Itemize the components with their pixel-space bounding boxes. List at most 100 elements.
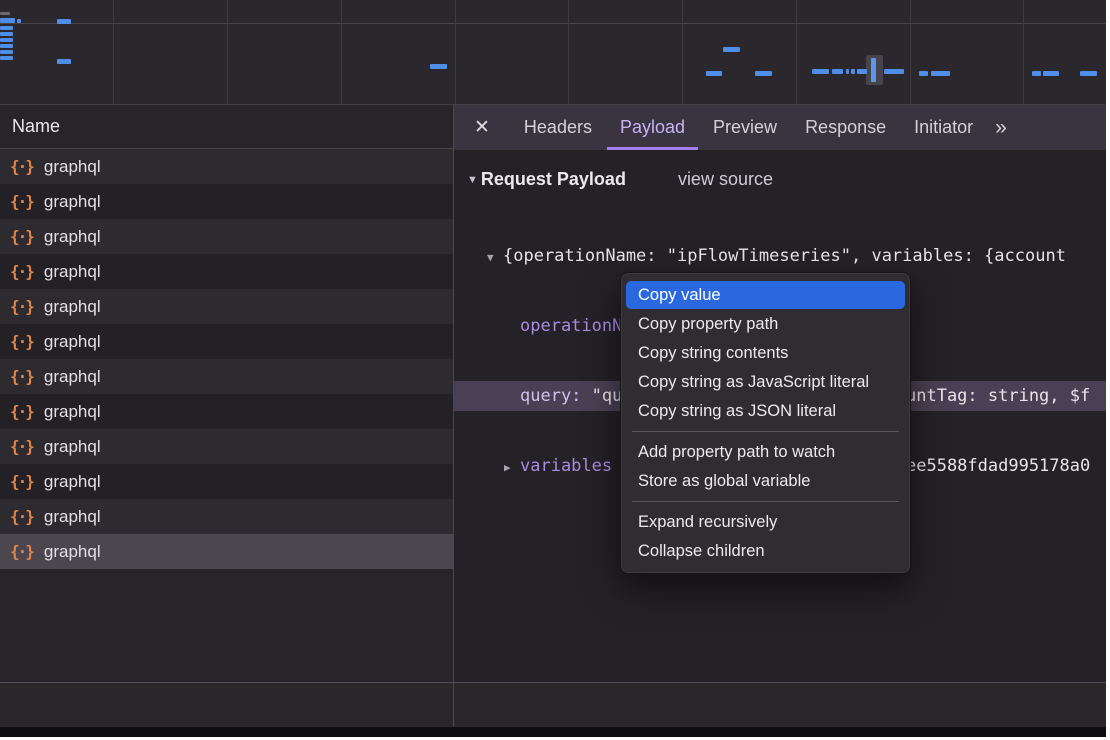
timeline-request-bar: [706, 71, 722, 76]
timeline-request-bar: [919, 71, 928, 76]
payload-root-row[interactable]: ▼{operationName: "ipFlowTimeseries", var…: [454, 241, 1106, 271]
overview-gridline: [113, 0, 114, 104]
timeline-request-bar: [0, 38, 13, 42]
timeline-request-bar: [931, 71, 950, 76]
table-row[interactable]: {·} graphql: [0, 324, 453, 359]
collapsed-triangle-icon[interactable]: ▶: [504, 453, 520, 481]
tab-headers[interactable]: Headers: [511, 105, 605, 150]
table-row-selected[interactable]: {·}graphql: [0, 534, 453, 569]
table-row[interactable]: {·} graphql: [0, 464, 453, 499]
json-braces-icon: {·}: [10, 402, 33, 421]
panel-divider[interactable]: [453, 105, 454, 727]
property-preview-fragment-right: ee5588fdad995178a0: [906, 451, 1090, 481]
overview-gridline: [1023, 0, 1024, 104]
close-icon[interactable]: ✕: [470, 116, 494, 139]
request-payload-section-header[interactable]: ▼Request Payload view source: [467, 169, 1106, 190]
json-braces-icon: {·}: [10, 297, 33, 316]
property-key: variables: [520, 456, 612, 476]
timeline-request-bar: [812, 69, 829, 74]
request-name: graphql: [44, 507, 101, 527]
property-value-fragment: "qu: [592, 386, 623, 406]
menu-item-copy-string-json-literal[interactable]: Copy string as JSON literal: [626, 397, 905, 425]
context-menu: Copy value Copy property path Copy strin…: [620, 272, 911, 574]
request-name: graphql: [44, 402, 101, 422]
request-name: graphql: [44, 472, 101, 492]
overview-horizontal-gridline: [0, 23, 1106, 24]
timeline-request-bar: [857, 69, 867, 74]
property-value-fragment-right: untTag: string, $f: [906, 381, 1090, 411]
devtools-window: Name {·} graphql {·} graphql {·} graphql {·…: [0, 0, 1106, 737]
root-preview-text: {operationName: "ipFlowTimeseries", vari…: [503, 246, 1066, 266]
table-row[interactable]: {·}graphql: [0, 429, 453, 464]
menu-item-add-property-path-to-watch[interactable]: Add property path to watch: [626, 438, 905, 466]
table-row[interactable]: {·} graphql: [0, 499, 453, 534]
menu-separator: [632, 501, 899, 502]
detail-tab-bar: ✕ Headers Payload Preview Response Initi…: [454, 105, 1106, 150]
timeline-request-bar: [0, 56, 13, 60]
timeline-request-bar: [832, 69, 843, 74]
request-name: graphql: [44, 227, 101, 247]
table-row[interactable]: {·} graphql: [0, 254, 453, 289]
overview-gridline: [455, 0, 456, 104]
timeline-gray-bar: [0, 12, 10, 15]
window-bottom-bar: [0, 727, 1106, 737]
collapse-triangle-icon[interactable]: ▼: [467, 174, 478, 186]
timeline-request-bar: [723, 47, 740, 52]
timeline-request-bar: [755, 71, 772, 76]
network-overview-strip[interactable]: [0, 0, 1106, 105]
property-key: query:: [520, 386, 581, 406]
overview-gridline: [796, 0, 797, 104]
menu-item-expand-recursively[interactable]: Expand recursively: [626, 508, 905, 536]
tab-initiator[interactable]: Initiator: [901, 105, 986, 150]
menu-item-copy-string-js-literal[interactable]: Copy string as JavaScript literal: [626, 368, 905, 396]
tab-preview[interactable]: Preview: [700, 105, 790, 150]
network-footer-strip: [0, 682, 1106, 727]
json-braces-icon: {·}: [10, 507, 33, 526]
tab-payload[interactable]: Payload: [607, 105, 698, 150]
timeline-request-bar: [884, 69, 904, 74]
timeline-request-bar: [0, 44, 13, 48]
request-name: graphql: [44, 332, 101, 352]
request-name: graphql: [44, 367, 101, 387]
menu-separator: [632, 431, 899, 432]
timeline-request-bar: [1080, 71, 1097, 76]
json-braces-icon: {·}: [10, 262, 33, 281]
menu-item-copy-value[interactable]: Copy value: [626, 281, 905, 309]
view-source-link[interactable]: view source: [678, 169, 773, 190]
request-name: graphql: [44, 262, 101, 282]
table-row[interactable]: {·} graphql: [0, 394, 453, 429]
json-braces-icon: {·}: [10, 157, 33, 176]
timeline-request-bar: [0, 32, 13, 36]
menu-item-store-as-global-variable[interactable]: Store as global variable: [626, 467, 905, 495]
network-main-area: Name {·} graphql {·} graphql {·} graphql {·…: [0, 105, 1106, 682]
menu-item-collapse-children[interactable]: Collapse children: [626, 537, 905, 565]
table-row[interactable]: {·} graphql: [0, 359, 453, 394]
timeline-request-bar: [0, 50, 13, 54]
json-braces-icon: {·}: [10, 367, 33, 386]
timeline-request-bar: [0, 18, 15, 23]
expanded-triangle-icon[interactable]: ▼: [487, 243, 503, 271]
table-row[interactable]: {·} graphql: [0, 184, 453, 219]
section-title: Request Payload: [481, 169, 626, 190]
overview-gridline: [227, 0, 228, 104]
more-tabs-icon[interactable]: »: [987, 116, 1013, 140]
menu-item-copy-string-contents[interactable]: Copy string contents: [626, 339, 905, 367]
request-name: graphql: [44, 192, 101, 212]
table-row[interactable]: {·}graphql: [0, 289, 453, 324]
timeline-request-bar: [0, 26, 13, 30]
request-name: graphql: [44, 437, 101, 457]
json-braces-icon: {·}: [10, 472, 33, 491]
overview-gridline: [682, 0, 683, 104]
table-row[interactable]: {·}graphql: [0, 149, 453, 184]
menu-item-copy-property-path[interactable]: Copy property path: [626, 310, 905, 338]
requests-panel: Name {·} graphql {·} graphql {·} graphql {·…: [0, 105, 453, 682]
tab-response[interactable]: Response: [792, 105, 899, 150]
column-header-name[interactable]: Name: [0, 105, 453, 149]
json-braces-icon: {·}: [10, 332, 33, 351]
request-list: {·} graphql {·} graphql {·} graphql {·} grap…: [0, 149, 453, 569]
overview-gridline: [341, 0, 342, 104]
json-braces-icon: {·}: [10, 542, 33, 561]
overview-gridline: [910, 0, 911, 104]
table-row[interactable]: {·}graphql: [0, 219, 453, 254]
json-braces-icon: {·}: [10, 192, 33, 211]
